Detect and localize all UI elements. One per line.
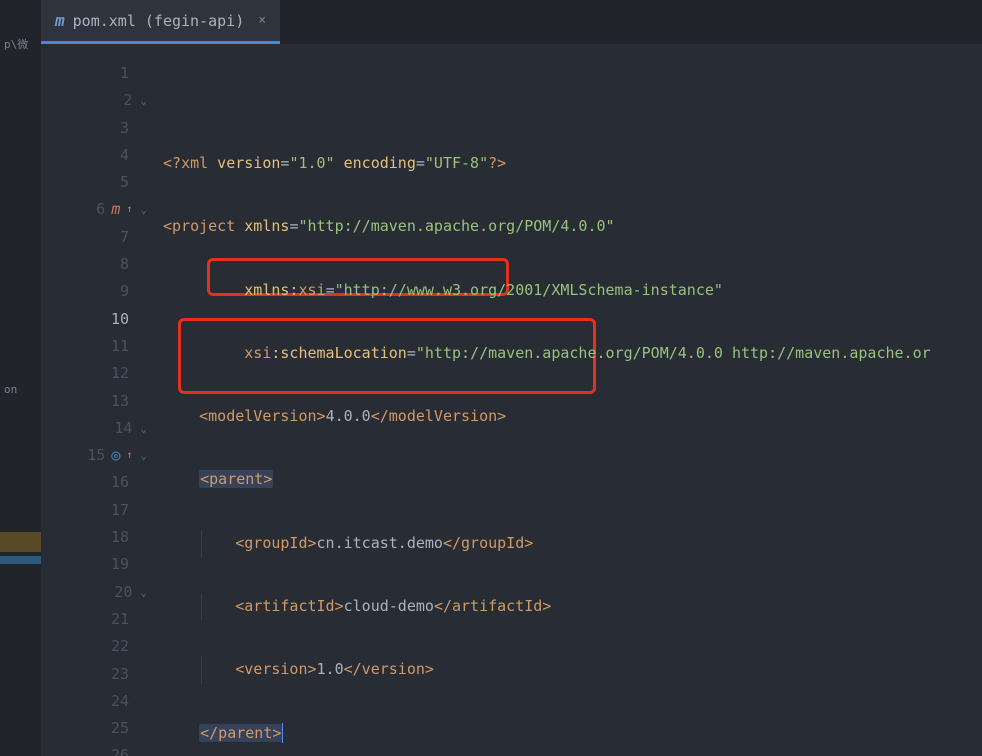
activity-bar: p\微 on [0, 0, 41, 756]
fold-icon[interactable]: ⌄ [140, 415, 147, 442]
up-arrow-icon: ↑ [126, 196, 132, 223]
up-arrow-icon: ↑ [126, 442, 132, 469]
sidebar-selection [0, 532, 41, 552]
code-area[interactable]: <?xml version="1.0" encoding="UTF-8"?> <… [157, 44, 982, 756]
breadcrumb-fragment: on [0, 381, 41, 398]
tab-label: pom.xml (fegin-api) [73, 12, 245, 30]
fold-icon[interactable]: ⌄ [140, 196, 147, 223]
maven-file-icon: m [55, 11, 65, 30]
editor-pane[interactable]: 1 2⌄ 3 4 5 6m↑⌄ 7 8 9 10 11 12 13 14⌄ 15… [41, 44, 982, 756]
breadcrumb-fragment: p\微 [0, 34, 41, 54]
line-gutter: 1 2⌄ 3 4 5 6m↑⌄ 7 8 9 10 11 12 13 14⌄ 15… [41, 44, 157, 756]
tab-pom-xml[interactable]: m pom.xml (fegin-api) × [41, 0, 280, 44]
fold-icon[interactable]: ⌄ [140, 87, 147, 114]
maven-glyph-icon: m [111, 196, 120, 223]
tab-bar: m pom.xml (fegin-api) × [41, 0, 982, 44]
fold-icon[interactable]: ⌄ [140, 442, 147, 469]
fold-icon[interactable]: ⌄ [140, 579, 147, 606]
target-icon: ◎ [111, 442, 120, 469]
text-cursor [282, 723, 283, 743]
sidebar-marker [0, 556, 41, 564]
close-icon[interactable]: × [258, 13, 266, 28]
